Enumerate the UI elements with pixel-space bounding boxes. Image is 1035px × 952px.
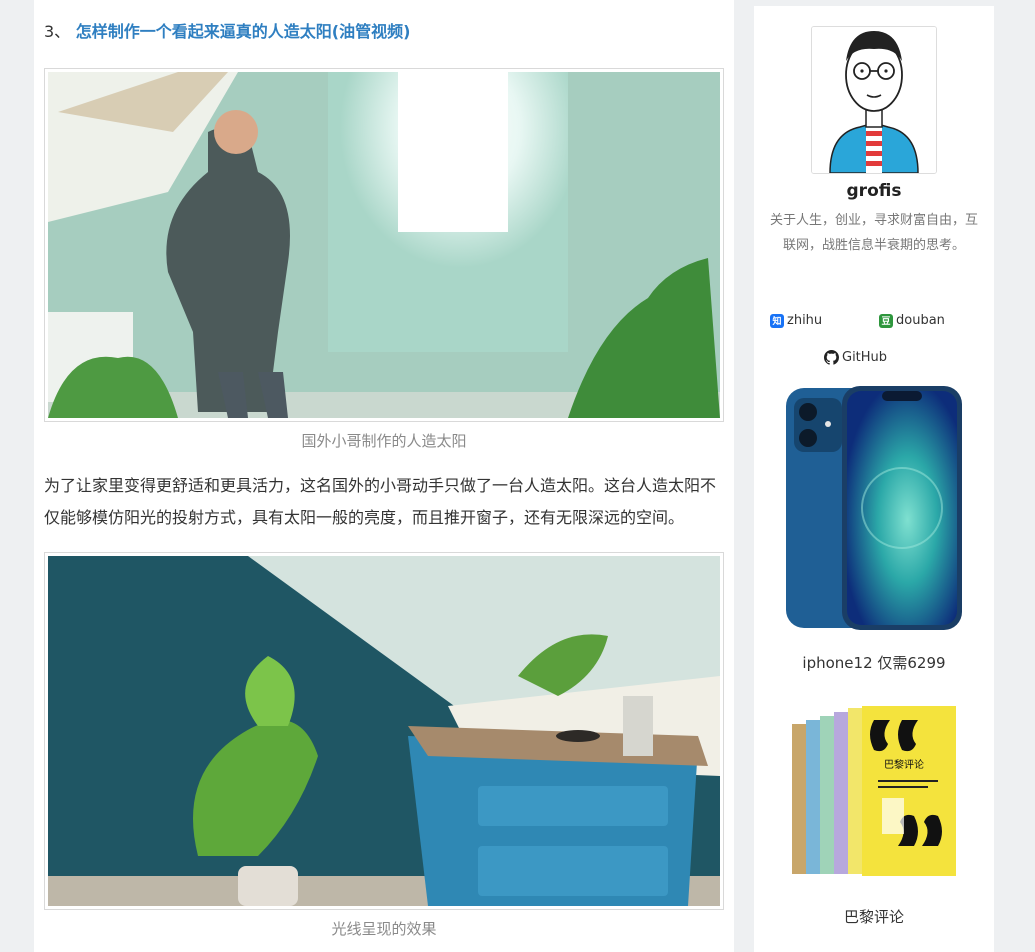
avatar-illustration	[812, 27, 936, 173]
github-link[interactable]: GitHub	[824, 350, 887, 365]
github-icon	[824, 350, 839, 365]
heading-link[interactable]: 怎样制作一个看起来逼真的人造太阳(油管视频)	[76, 22, 411, 41]
section-heading: 3、 怎样制作一个看起来逼真的人造太阳(油管视频)	[44, 20, 410, 44]
author-name[interactable]: grofis	[754, 181, 994, 201]
douban-label: douban	[896, 313, 945, 328]
figure2-caption: 光线呈现的效果	[331, 920, 437, 938]
author-avatar[interactable]	[811, 26, 937, 174]
github-label: GitHub	[842, 350, 888, 365]
zhihu-link[interactable]: 知 zhihu	[770, 313, 822, 328]
heading-number: 3、	[44, 22, 71, 41]
iphone-ad-image[interactable]	[784, 384, 964, 636]
article-paragraph: 为了让家里变得更舒适和更具活力，这名国外的小哥动手只做了一台人造太阳。这台人造太…	[44, 476, 717, 527]
figure-light-effect	[44, 552, 724, 910]
douban-link[interactable]: 豆 douban	[879, 313, 945, 328]
article-main: 3、 怎样制作一个看起来逼真的人造太阳(油管视频) 国外小哥制作的人造太阳 为了…	[34, 0, 734, 952]
photo-desk-sunlight	[48, 556, 720, 906]
book-set-illustration: 巴黎评论	[792, 706, 956, 876]
iphone-ad-label[interactable]: iphone12 仅需6299	[754, 652, 994, 673]
zhihu-icon: 知	[770, 313, 784, 328]
iphone-illustration	[786, 386, 962, 630]
book-ad-image[interactable]: 巴黎评论	[790, 706, 958, 886]
book-ad-label[interactable]: 巴黎评论	[754, 906, 994, 927]
figure1-caption: 国外小哥制作的人造太阳	[301, 432, 467, 450]
douban-icon: 豆	[879, 313, 893, 328]
author-bio: 关于人生，创业，寻求财富自由，互联网，战胜信息半衰期的思考。	[769, 213, 978, 253]
photo-man-artificial-sun	[48, 72, 720, 418]
zhihu-label: zhihu	[787, 313, 823, 328]
sidebar: grofis 关于人生，创业，寻求财富自由，互联网，战胜信息半衰期的思考。 知 …	[754, 6, 994, 952]
book-cover-title: 巴黎评论	[884, 758, 924, 771]
figure-artificial-sun	[44, 68, 724, 422]
